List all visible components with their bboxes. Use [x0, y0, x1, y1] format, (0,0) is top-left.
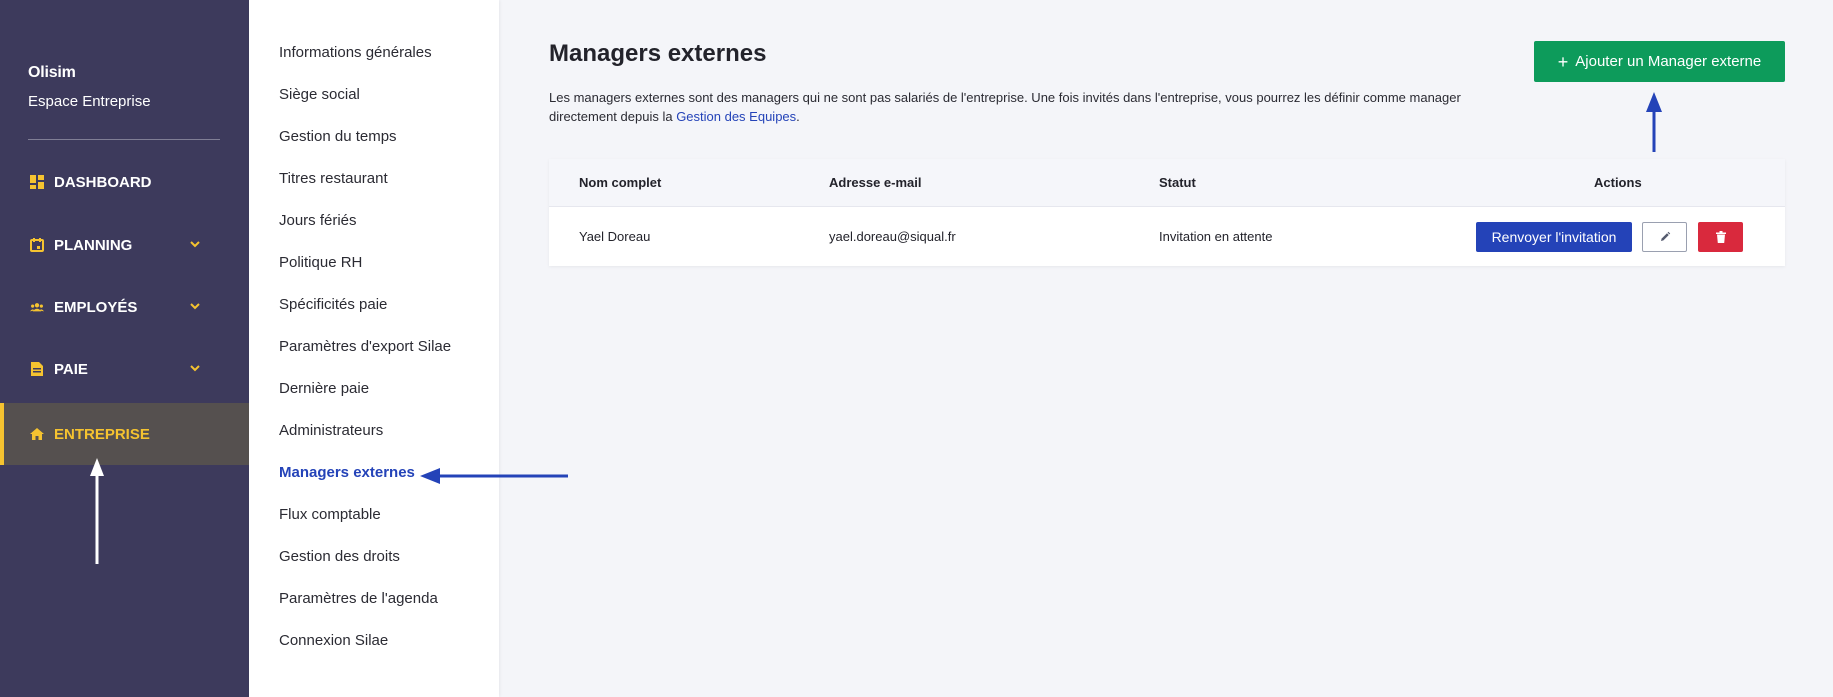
nav-item-entreprise[interactable]: ENTREPRISE [0, 403, 249, 465]
submenu-item-informations-generales[interactable]: Informations générales [279, 44, 432, 61]
nav-label: PLANNING [54, 236, 133, 254]
chevron-down-icon [190, 303, 200, 310]
nav-item-dashboard[interactable]: DASHBOARD [0, 151, 249, 213]
column-header: Statut [1159, 175, 1196, 190]
nav-label: ENTREPRISE [54, 425, 150, 443]
page-description: Les managers externes sont des managers … [549, 88, 1469, 126]
submenu-item-parametres-agenda[interactable]: Paramètres de l'agenda [279, 590, 438, 607]
sidebar: Olisim Espace Entreprise DASHBOARD PLANN… [0, 0, 249, 697]
submenu-item-connexion-silae[interactable]: Connexion Silae [279, 632, 388, 649]
blue-arrow-annotation [1646, 92, 1662, 152]
submenu-item-administrateurs[interactable]: Administrateurs [279, 422, 383, 439]
dashboard-icon [30, 175, 44, 189]
submenu-item-jours-feries[interactable]: Jours fériés [279, 212, 357, 229]
submenu-item-flux-comptable[interactable]: Flux comptable [279, 506, 381, 523]
add-button-label: Ajouter un Manager externe [1575, 53, 1762, 70]
submenu-item-parametres-export-silae[interactable]: Paramètres d'export Silae [279, 338, 451, 355]
submenu-item-derniere-paie[interactable]: Dernière paie [279, 380, 369, 397]
submenu-item-titres-restaurant[interactable]: Titres restaurant [279, 170, 388, 187]
resend-invitation-button[interactable]: Renvoyer l'invitation [1476, 222, 1632, 252]
nav-label: PAIE [54, 360, 88, 378]
submenu-item-gestion-des-droits[interactable]: Gestion des droits [279, 548, 400, 565]
white-arrow-annotation [90, 458, 104, 564]
nav-label: DASHBOARD [54, 173, 152, 191]
people-icon [30, 300, 44, 314]
edit-button[interactable] [1642, 222, 1687, 252]
submenu-item-siege-social[interactable]: Siège social [279, 86, 360, 103]
submenu-item-politique-rh[interactable]: Politique RH [279, 254, 362, 271]
nav-item-employes[interactable]: EMPLOYÉS [0, 276, 249, 338]
cell-status: Invitation en attente [1159, 229, 1273, 244]
plus-icon: + [1557, 51, 1569, 72]
submenu-item-managers-externes[interactable]: Managers externes [279, 464, 415, 481]
calendar-icon [30, 238, 44, 252]
add-external-manager-button[interactable]: + Ajouter un Manager externe [1534, 41, 1785, 82]
nav-item-paie[interactable]: PAIE [0, 338, 249, 400]
page-title: Managers externes [549, 40, 767, 67]
delete-button[interactable] [1698, 222, 1743, 252]
cell-name: Yael Doreau [579, 229, 651, 244]
space-name: Espace Entreprise [28, 93, 151, 110]
column-header: Nom complet [579, 175, 662, 190]
nav-label: EMPLOYÉS [54, 298, 138, 316]
table-header: Nom complet Adresse e-mail Statut Action… [549, 159, 1785, 207]
divider [28, 139, 220, 140]
document-icon [30, 362, 44, 376]
submenu-item-specificites-paie[interactable]: Spécificités paie [279, 296, 387, 313]
managers-table: Nom complet Adresse e-mail Statut Action… [549, 159, 1785, 266]
brand: Olisim Espace Entreprise [28, 64, 151, 110]
nav-item-planning[interactable]: PLANNING [0, 214, 249, 276]
submenu-item-gestion-du-temps[interactable]: Gestion du temps [279, 128, 397, 145]
blue-arrow-annotation [420, 468, 568, 484]
cell-email: yael.doreau@siqual.fr [829, 229, 956, 244]
trash-icon [1715, 231, 1726, 243]
chevron-down-icon [190, 365, 200, 372]
column-header: Adresse e-mail [829, 175, 922, 190]
company-name: Olisim [28, 64, 76, 81]
gestion-equipes-link[interactable]: Gestion des Equipes [676, 109, 796, 124]
pencil-icon [1660, 231, 1670, 241]
home-icon [30, 427, 44, 441]
description-end: . [796, 109, 800, 124]
entreprise-submenu: Informations générales Siège social Gest… [249, 0, 499, 697]
column-header: Actions [1594, 175, 1642, 190]
chevron-down-icon [190, 241, 200, 248]
